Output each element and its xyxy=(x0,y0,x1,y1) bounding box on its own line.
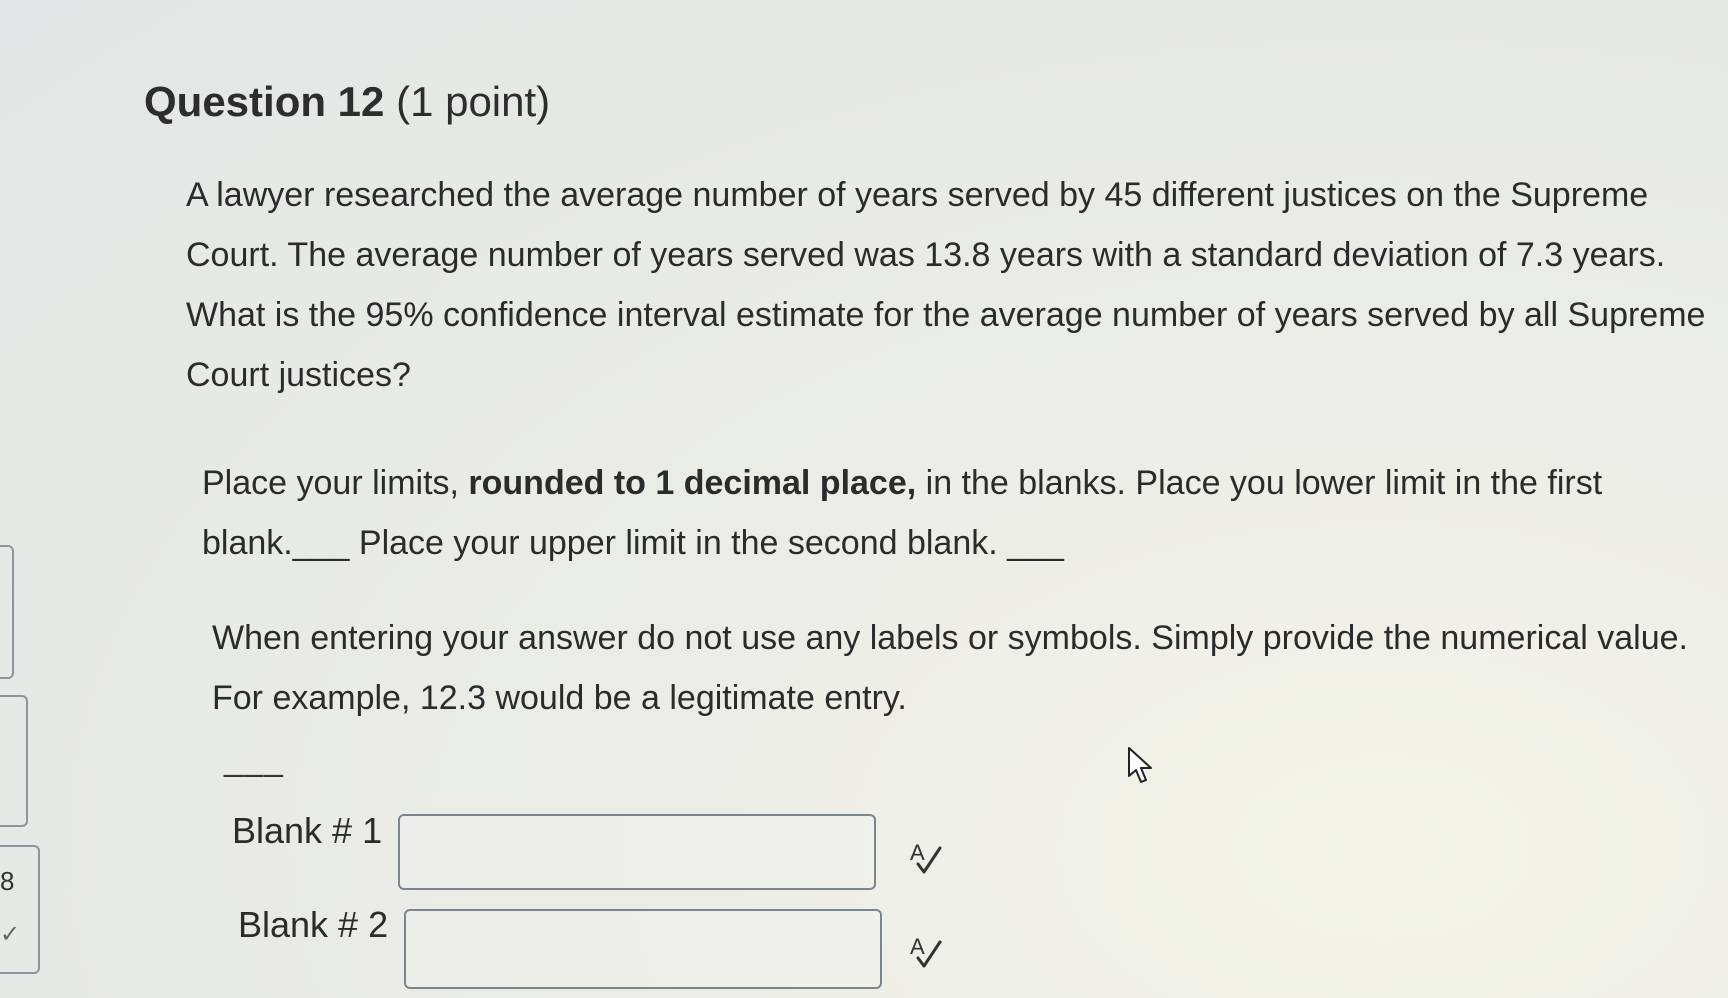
divider: ___ xyxy=(224,740,284,778)
spellcheck-icon[interactable]: A xyxy=(906,838,946,878)
instructions-text: Place your limits, xyxy=(202,464,469,502)
question-points: (1 point) xyxy=(396,78,551,125)
question-prompt: A lawyer researched the average number o… xyxy=(186,165,1705,405)
spellcheck-icon[interactable]: A xyxy=(906,932,946,972)
instructions-line: For example, 12.3 would be a legitimate … xyxy=(212,679,907,717)
instructions-line: Place your limits, rounded to 1 decimal … xyxy=(202,453,1602,513)
instructions-text: in the blanks. Place you lower limit in … xyxy=(916,464,1603,502)
blank-1-input[interactable] xyxy=(398,814,876,890)
prompt-line: Court. The average number of years serve… xyxy=(186,236,1666,274)
instructions-line: When entering your answer do not use any… xyxy=(212,619,1688,657)
instructions-format: When entering your answer do not use any… xyxy=(212,608,1688,728)
question-number: Question 12 xyxy=(144,78,385,125)
blank-2-input[interactable] xyxy=(404,909,882,989)
instructions-line: blank.___ Place your upper limit in the … xyxy=(202,524,1064,562)
instructions-bold: rounded to 1 decimal place, xyxy=(468,464,917,502)
prompt-line: What is the 95% confidence interval esti… xyxy=(186,296,1706,334)
prompt-line: Court justices? xyxy=(186,356,411,394)
instructions-limits: Place your limits, rounded to 1 decimal … xyxy=(202,453,1602,573)
blank-1-label: Blank # 1 xyxy=(232,810,383,851)
question-title: Question 12 (1 point) xyxy=(144,78,550,126)
question-container: Question 12 (1 point) A lawyer researche… xyxy=(0,0,1728,998)
svg-text:A: A xyxy=(910,934,925,959)
mouse-pointer-icon xyxy=(1128,747,1152,783)
svg-text:A: A xyxy=(910,840,925,865)
blank-2-label: Blank # 2 xyxy=(238,904,389,945)
prompt-line: A lawyer researched the average number o… xyxy=(186,176,1649,214)
